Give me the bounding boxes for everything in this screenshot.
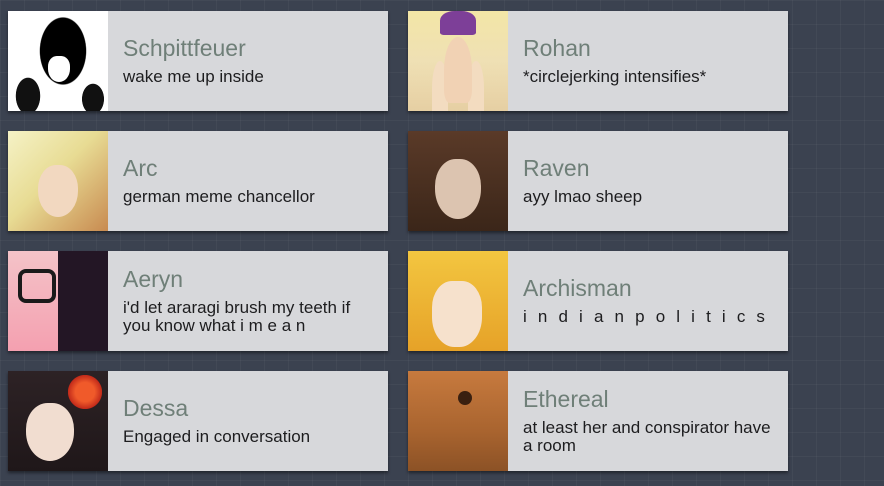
user-name: Aeryn <box>123 266 184 293</box>
user-card-raven[interactable]: Raven ayy lmao sheep <box>408 131 788 231</box>
avatar <box>8 371 108 471</box>
avatar <box>8 11 108 111</box>
user-status: i n d i a n p o l i t i c s <box>523 306 769 326</box>
user-card-arc[interactable]: Arc german meme chancellor <box>8 131 388 231</box>
user-info: Arc german meme chancellor <box>108 131 388 231</box>
user-card-rohan[interactable]: Rohan *circlejerking intensifies* <box>408 11 788 111</box>
user-status: *circlejerking intensifies* <box>523 66 707 86</box>
user-name: Dessa <box>123 395 189 422</box>
user-name: Raven <box>523 155 590 182</box>
user-name: Rohan <box>523 35 591 62</box>
user-status: Engaged in conversation <box>123 426 311 446</box>
user-info: Aeryn i'd let araragi brush my teeth if … <box>108 251 388 351</box>
user-info: Rohan *circlejerking intensifies* <box>508 11 788 111</box>
avatar <box>408 251 508 351</box>
user-info: Raven ayy lmao sheep <box>508 131 788 231</box>
user-info: Schpittfeuer wake me up inside <box>108 11 388 111</box>
user-card-ethereal[interactable]: Ethereal at least her and conspirator ha… <box>408 371 788 471</box>
user-status: ayy lmao sheep <box>523 186 643 206</box>
user-status: at least her and conspirator have a room <box>523 417 771 456</box>
avatar <box>8 251 108 351</box>
user-name: Schpittfeuer <box>123 35 246 62</box>
user-info: Dessa Engaged in conversation <box>108 371 388 471</box>
avatar <box>408 11 508 111</box>
user-status: wake me up inside <box>123 66 264 86</box>
user-card-dessa[interactable]: Dessa Engaged in conversation <box>8 371 388 471</box>
user-info: Archisman i n d i a n p o l i t i c s <box>508 251 788 351</box>
user-card-archisman[interactable]: Archisman i n d i a n p o l i t i c s <box>408 251 788 351</box>
user-name: Ethereal <box>523 386 609 413</box>
user-name: Archisman <box>523 275 632 302</box>
user-info: Ethereal at least her and conspirator ha… <box>508 371 788 471</box>
avatar <box>408 131 508 231</box>
user-card-aeryn[interactable]: Aeryn i'd let araragi brush my teeth if … <box>8 251 388 351</box>
avatar <box>8 131 108 231</box>
avatar <box>408 371 508 471</box>
user-status: i'd let araragi brush my teeth if you kn… <box>123 297 351 336</box>
user-card-schpittfeuer[interactable]: Schpittfeuer wake me up inside <box>8 11 388 111</box>
user-name: Arc <box>123 155 158 182</box>
user-status: german meme chancellor <box>123 186 315 206</box>
